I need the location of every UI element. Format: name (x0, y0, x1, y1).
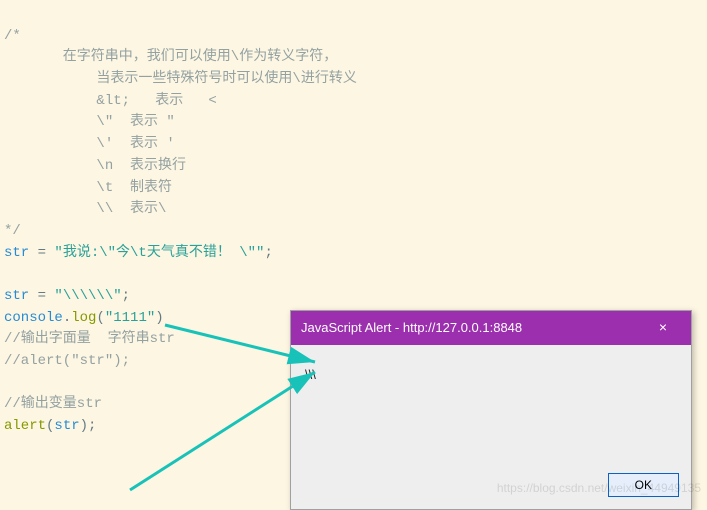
comment-line: &lt; 表示 < (4, 93, 217, 109)
code-string: "\\\\\\" (54, 288, 121, 304)
comment-open: /* (4, 28, 21, 44)
code-op: = (38, 288, 55, 304)
comment-line: \' 表示 ' (4, 136, 175, 152)
comment-line: 在字符串中，我们可以使用\作为转义字符， (4, 49, 337, 65)
comment-line: //alert("str"); (4, 353, 130, 369)
comment-line: \\ 表示\ (4, 201, 166, 217)
code-string: "1111" (105, 310, 155, 326)
code-string: "我说:\"今\t天气真不错！ \"" (54, 245, 264, 261)
comment-line: //输出字面量 字符串str (4, 331, 175, 347)
alert-title-text: JavaScript Alert - http://127.0.0.1:8848 (301, 318, 645, 338)
comment-close: */ (4, 223, 21, 239)
code-paren: ) (155, 310, 163, 326)
alert-titlebar: JavaScript Alert - http://127.0.0.1:8848… (291, 311, 691, 345)
comment-line: //输出变量str (4, 396, 102, 412)
code-func: alert (4, 418, 46, 434)
comment-line: 当表示一些特殊符号时可以使用\进行转义 (4, 71, 357, 87)
code-semi: ; (122, 288, 130, 304)
comment-line: \" 表示 " (4, 114, 175, 130)
watermark-text: https://blog.csdn.net/weixin_44949135 (497, 479, 701, 498)
code-ident: str (54, 418, 79, 434)
comment-line: \n 表示换行 (4, 158, 186, 174)
code-ident: str (4, 288, 38, 304)
code-ident: str (4, 245, 38, 261)
code-semi: ; (88, 418, 96, 434)
alert-body-text: \\\ (291, 345, 691, 465)
code-op: = (38, 245, 55, 261)
comment-line: \t 制表符 (4, 180, 172, 196)
code-semi: ; (264, 245, 272, 261)
code-paren: ( (96, 310, 104, 326)
code-ident: console (4, 310, 63, 326)
code-paren: ) (80, 418, 88, 434)
code-dot: . (63, 310, 71, 326)
close-icon[interactable]: × (645, 317, 681, 339)
code-func: log (71, 310, 96, 326)
